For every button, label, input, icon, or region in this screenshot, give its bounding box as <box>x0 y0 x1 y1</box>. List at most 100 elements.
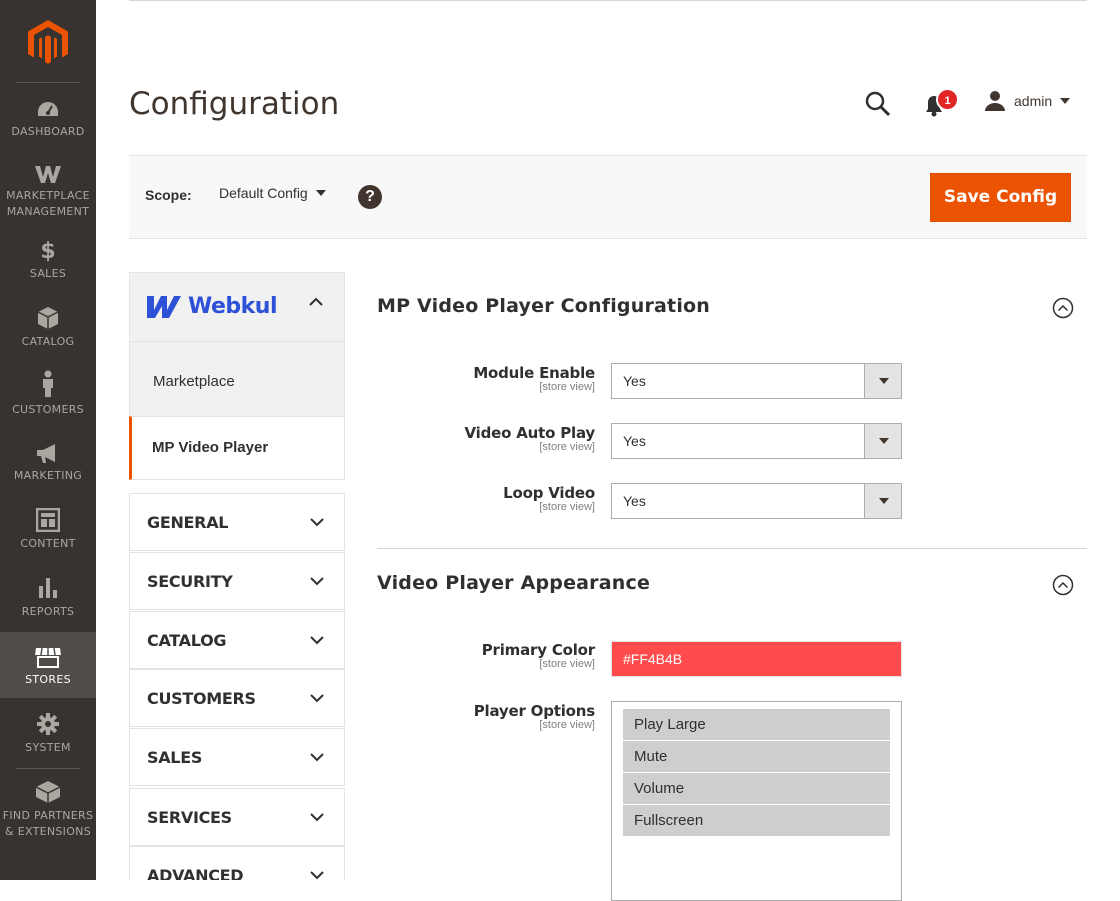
section-sales[interactable]: SALES <box>129 728 345 786</box>
field-label-text: Module Enable <box>473 364 595 382</box>
section-divider <box>377 548 1087 549</box>
menu-item-content[interactable]: CONTENT <box>0 508 96 552</box>
option-play-large[interactable]: Play Large <box>623 709 890 740</box>
field-scope-text: [store view] <box>539 719 595 731</box>
webkul-logo: Webkul <box>146 294 278 319</box>
field-label-player-options: Player Options [store view] <box>474 702 595 731</box>
bar-chart-icon <box>39 578 57 598</box>
section-title-mp-video-player-configuration[interactable]: MP Video Player Configuration <box>377 295 710 317</box>
option-mute[interactable]: Mute <box>623 741 890 772</box>
menu-item-stores[interactable]: STORES <box>0 632 96 698</box>
section-label: ADVANCED <box>147 866 244 880</box>
scope-label: Scope: <box>145 187 192 203</box>
field-label-text: Primary Color <box>481 641 595 659</box>
field-scope-text: [store view] <box>539 381 595 393</box>
magento-logo-icon[interactable] <box>28 20 68 64</box>
section-title-video-player-appearance[interactable]: Video Player Appearance <box>377 572 650 594</box>
section-customers[interactable]: CUSTOMERS <box>129 669 345 727</box>
chevron-up-icon <box>309 297 323 306</box>
tab-group-webkul[interactable]: Webkul <box>129 272 345 342</box>
megaphone-icon <box>37 444 55 463</box>
menu-label: STORES <box>25 673 71 686</box>
scope-value: Default Config <box>219 185 308 201</box>
field-label-loop-video: Loop Video [store view] <box>503 484 595 513</box>
select-value: Yes <box>623 493 646 509</box>
webkul-w-icon <box>147 295 181 318</box>
scope-bar: Scope: Default Config ? Save Config <box>129 155 1087 239</box>
section-services[interactable]: SERVICES <box>129 788 345 846</box>
collapse-toggle-icon[interactable] <box>1052 297 1074 319</box>
menu-label: SYSTEM <box>25 741 71 754</box>
section-catalog[interactable]: CATALOG <box>129 611 345 669</box>
menu-item-marketing[interactable]: MARKETING <box>0 442 96 484</box>
notification-count-badge[interactable]: 1 <box>936 88 959 111</box>
collapse-toggle-icon[interactable] <box>1052 574 1074 596</box>
chevron-down-icon <box>310 636 324 645</box>
help-icon[interactable]: ? <box>358 185 382 209</box>
module-enable-select[interactable]: Yes <box>611 363 902 399</box>
field-scope-text: [store view] <box>539 441 595 453</box>
loop-video-select[interactable]: Yes <box>611 483 902 519</box>
menu-label: REPORTS <box>21 605 75 618</box>
section-label: SERVICES <box>147 808 232 827</box>
field-scope-text: [store view] <box>539 501 595 513</box>
option-fullscreen[interactable]: Fullscreen <box>623 805 890 836</box>
section-security[interactable]: SECURITY <box>129 552 345 610</box>
menu-item-system[interactable]: SYSTEM <box>0 712 96 756</box>
chevron-down-icon <box>310 813 324 822</box>
section-label: GENERAL <box>147 513 229 532</box>
tab-label: Marketplace <box>153 373 235 390</box>
select-arrow-icon <box>864 484 901 518</box>
webkul-w-icon <box>35 166 61 183</box>
menu-label: MARKETING <box>13 469 83 482</box>
section-advanced[interactable]: ADVANCED <box>129 846 345 880</box>
header-divider <box>129 0 1087 1</box>
field-label-text: Loop Video <box>503 484 595 502</box>
section-label: SALES <box>147 748 203 767</box>
section-label: CUSTOMERS <box>147 689 256 708</box>
menu-item-reports[interactable]: REPORTS <box>0 576 96 620</box>
menu-item-marketplace[interactable]: MARKETPLACE MANAGEMENT <box>0 164 96 220</box>
section-label: CATALOG <box>147 631 227 650</box>
gear-icon <box>37 713 59 735</box>
field-label-text: Player Options <box>473 702 595 720</box>
menu-item-sales[interactable]: $ SALES <box>0 238 96 282</box>
admin-sidebar: DASHBOARD MARKETPLACE MANAGEMENT $ SALES… <box>0 0 96 880</box>
section-general[interactable]: GENERAL <box>129 493 345 551</box>
user-name: admin <box>1014 93 1053 109</box>
menu-item-catalog[interactable]: CATALOG <box>0 306 96 350</box>
menu-divider <box>16 82 80 83</box>
layout-icon <box>36 508 60 532</box>
player-options-multiselect[interactable]: Play Large Mute Volume Fullscreen <box>611 701 902 901</box>
section-label: SECURITY <box>147 572 233 591</box>
user-icon <box>985 91 1005 111</box>
primary-color-input[interactable]: #FF4B4B <box>611 641 902 677</box>
menu-label: DASHBOARD <box>11 125 85 138</box>
save-config-button[interactable]: Save Config <box>930 173 1071 222</box>
menu-divider <box>16 768 80 769</box>
caret-down-icon <box>1060 98 1071 104</box>
video-auto-play-select[interactable]: Yes <box>611 423 902 459</box>
menu-label: CONTENT <box>20 537 76 550</box>
tab-mp-video-player[interactable]: MP Video Player <box>129 416 345 480</box>
tab-marketplace[interactable]: Marketplace <box>129 342 345 417</box>
search-icon[interactable] <box>864 90 892 118</box>
menu-item-customers[interactable]: CUSTOMERS <box>0 370 96 418</box>
field-label-text: Video Auto Play <box>464 424 596 442</box>
chevron-down-icon <box>310 694 324 703</box>
extensions-icon <box>35 781 61 803</box>
option-volume[interactable]: Volume <box>623 773 890 804</box>
chevron-down-icon <box>310 753 324 762</box>
scope-switcher[interactable]: Default Config <box>219 185 326 201</box>
store-icon <box>35 647 61 668</box>
caret-down-icon <box>315 190 326 196</box>
menu-item-dashboard[interactable]: DASHBOARD <box>0 100 96 140</box>
dollar-icon: $ <box>40 239 55 262</box>
menu-item-find-partners[interactable]: FIND PARTNERS & EXTENSIONS <box>0 780 96 840</box>
config-tabs: Webkul Marketplace MP Video Player GENER… <box>129 272 345 880</box>
field-label-module-enable: Module Enable [store view] <box>473 364 595 393</box>
person-icon <box>43 370 53 397</box>
svg-text:$: $ <box>40 239 55 262</box>
user-menu[interactable]: admin <box>984 88 1071 114</box>
select-arrow-icon <box>864 364 901 398</box>
